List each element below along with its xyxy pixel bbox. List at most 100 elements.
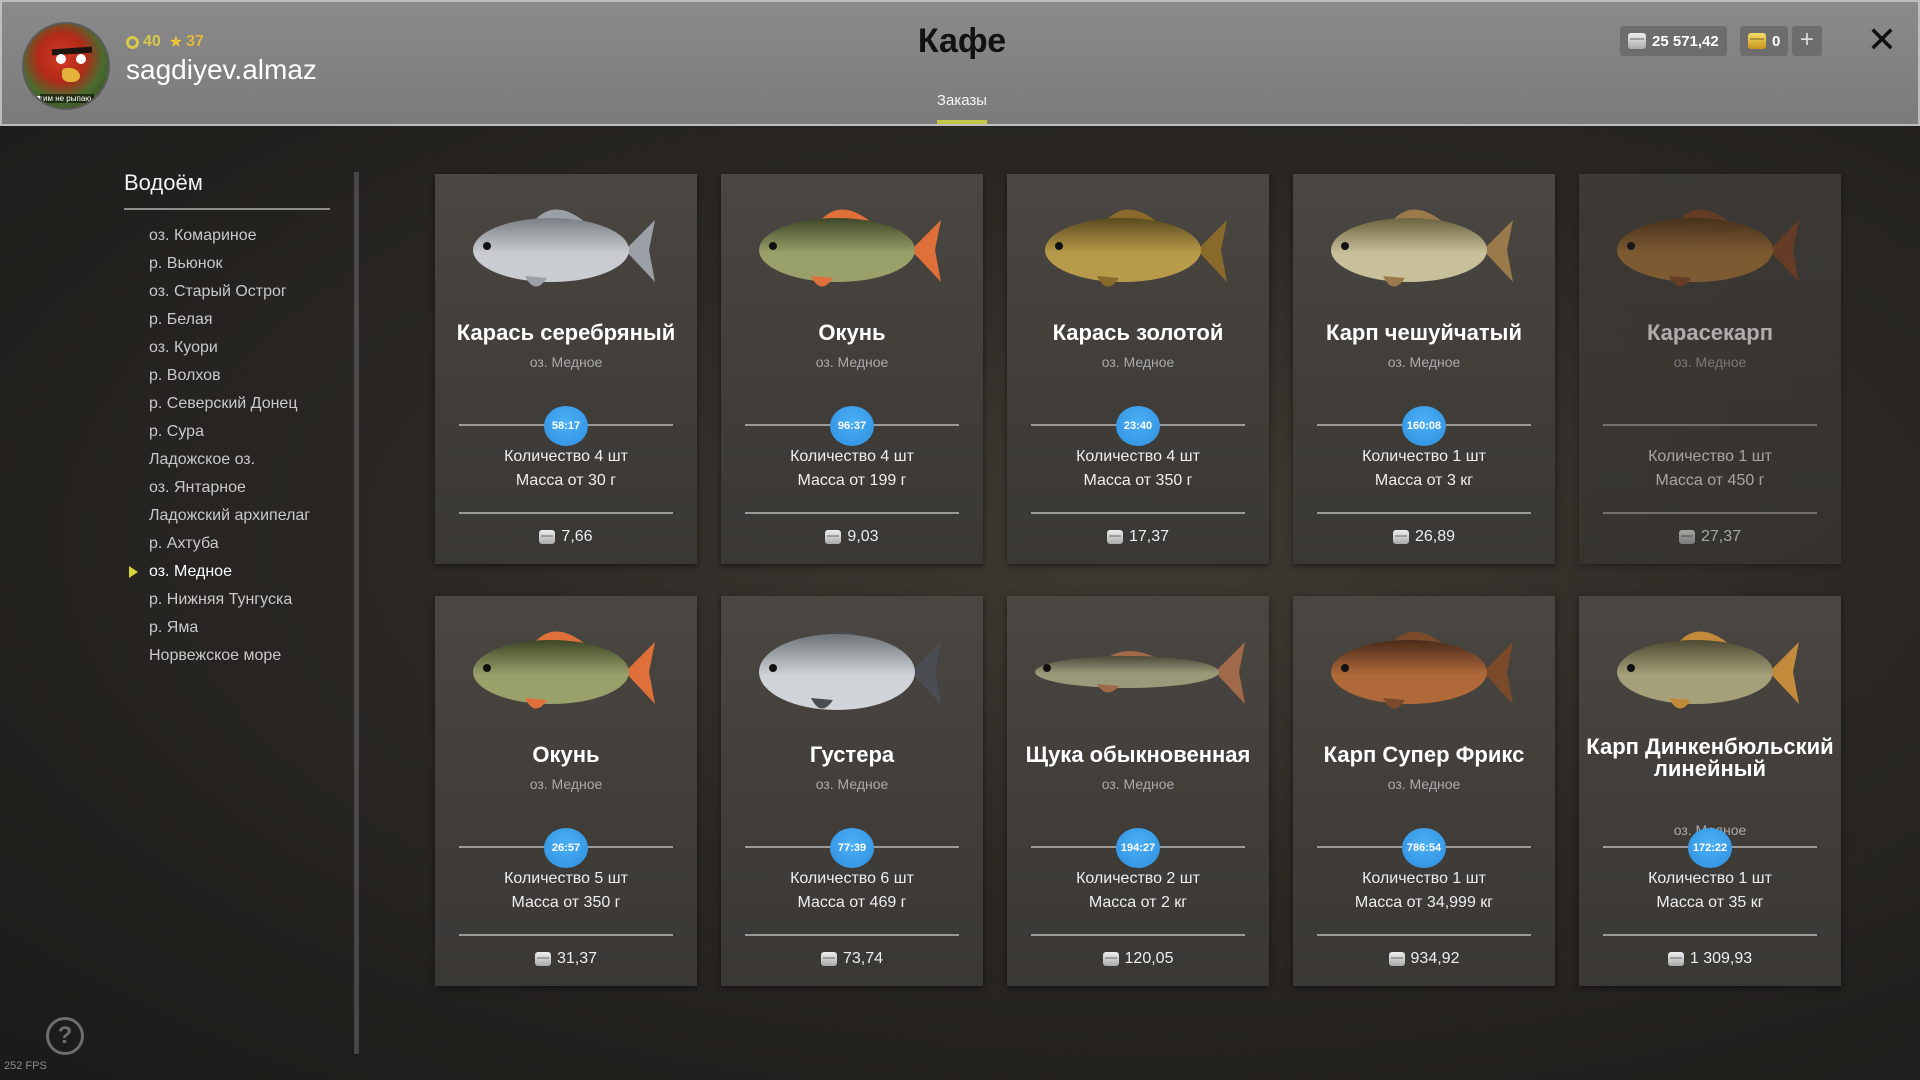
fish-lake: оз. Медное	[529, 354, 603, 370]
close-button[interactable]: ✕	[1864, 22, 1900, 58]
order-reward: 73,74	[721, 950, 983, 968]
tab-orders[interactable]: Заказы	[912, 92, 1012, 109]
order-reward: 27,37	[1579, 528, 1841, 546]
order-quantity: Количество 4 шт	[1076, 448, 1200, 465]
card-divider	[459, 512, 673, 514]
fish-lake: оз. Медное	[815, 354, 889, 370]
silver-amount: 25 571,42	[1652, 32, 1719, 50]
order-mass: Масса от 3 кг	[1374, 472, 1474, 489]
order-mass: Масса от 30 г	[515, 472, 617, 489]
top-bar: им не рыпаю 40 ★ 37 sagdiyev.almaz Кафе …	[0, 0, 1920, 126]
lake-item-volkhov[interactable]: р. Волхов	[124, 362, 330, 390]
order-card[interactable]: Карп Динкенбюльский линейный оз. Медное …	[1579, 596, 1841, 986]
silver-coin-icon	[1628, 33, 1646, 49]
order-card[interactable]: Карасекарп оз. Медное Количество 1 шт Ма…	[1579, 174, 1841, 564]
order-card[interactable]: Окунь оз. Медное 96:37 Количество 4 шт М…	[721, 174, 983, 564]
card-divider	[1317, 512, 1531, 514]
order-reward: 31,37	[435, 950, 697, 968]
order-timer: 23:40	[1116, 406, 1160, 446]
fish-name: Окунь	[818, 320, 886, 345]
order-timer: 96:37	[830, 406, 874, 446]
order-quantity: Количество 1 шт	[1648, 448, 1772, 465]
fps-counter: 252 FPS	[4, 1060, 47, 1072]
order-card[interactable]: Карась золотой оз. Медное 23:40 Количест…	[1007, 174, 1269, 564]
fish-lake: оз. Медное	[1101, 354, 1175, 370]
order-timer: 160:08	[1402, 406, 1446, 446]
order-timer: 194:27	[1116, 828, 1160, 868]
fish-icon	[1027, 614, 1249, 724]
silver-coin-icon	[1106, 530, 1123, 544]
fish-icon	[1599, 614, 1821, 724]
order-card[interactable]: Карп Супер Фрикс оз. Медное 786:54 Колич…	[1293, 596, 1555, 986]
order-mass: Масса от 469 г	[797, 894, 907, 911]
lake-item-komarinoe[interactable]: оз. Комариное	[124, 222, 330, 250]
order-quantity: Количество 1 шт	[1362, 870, 1486, 887]
fish-name: Карп чешуйчатый	[1326, 320, 1522, 345]
fish-icon	[741, 614, 963, 724]
silver-coin-icon	[1667, 952, 1684, 966]
card-divider	[1031, 512, 1245, 514]
fish-name: Карась золотой	[1052, 320, 1224, 345]
sidebar-title: Водоём	[124, 170, 330, 210]
order-mass: Масса от 35 кг	[1656, 894, 1764, 911]
add-gold-button[interactable]: +	[1792, 26, 1822, 56]
lake-item-yantarnoe[interactable]: оз. Янтарное	[124, 474, 330, 502]
fish-lake: оз. Медное	[1101, 776, 1175, 792]
fish-name: Густера	[809, 742, 895, 767]
order-reward: 120,05	[1007, 950, 1269, 968]
lake-item-mednoe[interactable]: оз. Медное	[124, 558, 330, 586]
silver-coin-icon	[825, 530, 842, 544]
reward-amount: 1 309,93	[1689, 950, 1753, 967]
order-mass: Масса от 350 г	[1083, 472, 1193, 489]
card-divider	[1317, 934, 1531, 936]
fish-name: Карп Супер Фрикс	[1323, 742, 1525, 767]
card-divider	[1031, 934, 1245, 936]
card-divider	[745, 934, 959, 936]
lake-item-ladoga[interactable]: Ладожское оз.	[124, 446, 330, 474]
order-reward: 7,66	[435, 528, 697, 546]
order-timer: 58:17	[544, 406, 588, 446]
order-quantity: Количество 5 шт	[504, 870, 628, 887]
order-mass: Масса от 34,999 кг	[1354, 894, 1494, 911]
lake-item-belaya[interactable]: р. Белая	[124, 306, 330, 334]
lake-item-seversky-donets[interactable]: р. Северский Донец	[124, 390, 330, 418]
lake-item-yama[interactable]: р. Яма	[124, 614, 330, 642]
lake-item-ladoga-archipelago[interactable]: Ладожский архипелаг	[124, 502, 330, 530]
fish-lake: оз. Медное	[1387, 776, 1461, 792]
order-mass: Масса от 199 г	[797, 472, 907, 489]
fish-icon	[455, 192, 677, 302]
silver-coin-icon	[1388, 952, 1405, 966]
lake-item-kuori[interactable]: оз. Куори	[124, 334, 330, 362]
active-arrow-icon	[129, 566, 138, 578]
order-card[interactable]: Карась серебряный оз. Медное 58:17 Колич…	[435, 174, 697, 564]
lake-item-vyunok[interactable]: р. Вьюнок	[124, 250, 330, 278]
order-mass: Масса от 450 г	[1655, 472, 1765, 489]
reward-amount: 7,66	[561, 528, 593, 545]
order-quantity: Количество 1 шт	[1648, 870, 1772, 887]
lake-item-norwegian-sea[interactable]: Норвежское море	[124, 642, 330, 670]
fish-lake: оз. Медное	[1673, 354, 1747, 370]
fish-icon	[455, 614, 677, 724]
order-card[interactable]: Карп чешуйчатый оз. Медное 160:08 Количе…	[1293, 174, 1555, 564]
order-reward: 934,92	[1293, 950, 1555, 968]
avatar-beak	[62, 68, 80, 82]
order-reward: 26,89	[1293, 528, 1555, 546]
lake-item-sura[interactable]: р. Сура	[124, 418, 330, 446]
lake-item-stary-ostrog[interactable]: оз. Старый Острог	[124, 278, 330, 306]
sidebar-scrollbar[interactable]	[354, 172, 359, 1054]
fish-name: Карасекарп	[1646, 320, 1774, 345]
card-divider	[459, 934, 673, 936]
order-reward: 9,03	[721, 528, 983, 546]
order-card[interactable]: Окунь оз. Медное 26:57 Количество 5 шт М…	[435, 596, 697, 986]
reward-amount: 120,05	[1124, 950, 1174, 967]
order-card[interactable]: Щука обыкновенная оз. Медное 194:27 Коли…	[1007, 596, 1269, 986]
order-card[interactable]: Густера оз. Медное 77:39 Количество 6 шт…	[721, 596, 983, 986]
silver-coin-icon	[1102, 952, 1119, 966]
help-button[interactable]: ?	[46, 1017, 84, 1055]
order-reward: 1 309,93	[1579, 950, 1841, 968]
order-mass: Масса от 2 кг	[1088, 894, 1188, 911]
silver-coin-icon	[820, 952, 837, 966]
lake-item-nizhnyaya-tunguska[interactable]: р. Нижняя Тунгуска	[124, 586, 330, 614]
lake-item-akhtuba[interactable]: р. Ахтуба	[124, 530, 330, 558]
fish-lake: оз. Медное	[529, 776, 603, 792]
